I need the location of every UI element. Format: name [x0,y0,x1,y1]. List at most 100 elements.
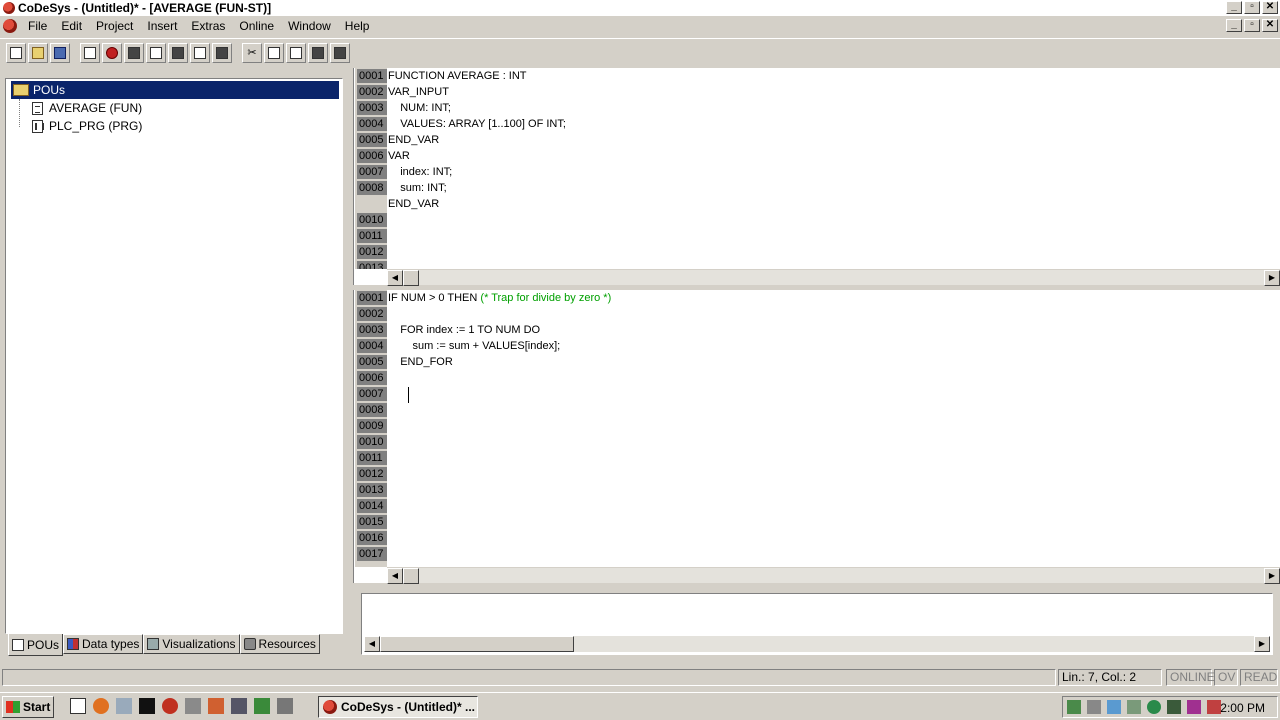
breakpoint-button[interactable] [168,42,188,63]
save-button[interactable] [50,42,70,63]
document-close-button[interactable]: ✕ [1262,19,1278,32]
menu-project[interactable]: Project [89,19,140,33]
menu-help[interactable]: Help [338,19,377,33]
scroll-left-button[interactable]: ◀ [387,270,403,286]
tray-security-icon[interactable] [1167,700,1181,714]
horizontal-scrollbar[interactable]: ◀ ▶ [387,567,1280,584]
login-icon [84,46,96,59]
command-prompt-icon[interactable] [139,698,155,714]
menu-file[interactable]: File [21,19,54,33]
app-icon[interactable] [254,698,270,714]
login-button[interactable] [80,42,100,63]
network-icon[interactable] [116,698,132,714]
tree-item-label: PLC_PRG (PRG) [49,119,143,133]
find-button[interactable] [308,42,328,63]
cut-icon: ✂ [247,47,257,59]
visualization-icon [147,638,160,650]
print-button[interactable] [190,42,210,63]
tab-pous[interactable]: POUs [8,634,64,656]
horizontal-scrollbar[interactable]: ◀ ▶ [364,636,1270,652]
code-line: VALUES: ARRAY [1..100] OF INT; [388,118,566,130]
taskbar-button-label: CoDeSys - (Untitled)* ... [341,700,476,714]
message-area[interactable]: ◀ ▶ [361,593,1273,655]
run-button[interactable] [124,42,144,63]
tab-resources[interactable]: Resources [239,634,320,654]
body-editor[interactable]: 0001 0002 0003 0004 0005 0006 0007 0008 … [353,290,1280,584]
tree-root-pous[interactable]: POUs [11,81,339,99]
tray-alert-icon[interactable] [1207,700,1221,714]
firefox-icon[interactable] [93,698,109,714]
tray-globe-icon[interactable] [1147,700,1161,714]
system-clock[interactable]: 2:00 PM [1220,701,1265,715]
document-minimize-button[interactable]: _ [1226,19,1242,32]
paste-button[interactable] [286,42,306,63]
scroll-left-button[interactable]: ◀ [387,568,403,584]
stop-button[interactable] [102,42,122,63]
message-window: ◀ ▶ [353,585,1280,665]
cut-button[interactable]: ✂ [242,42,262,63]
codesys-task-icon [323,700,337,714]
step-button[interactable] [146,42,166,63]
line-number: 0012 [357,467,387,481]
menu-extras[interactable]: Extras [184,19,232,33]
line-number: 0002 [357,307,387,321]
line-number: 0010 [357,213,387,227]
start-button[interactable]: Start [2,696,54,718]
taskbar-codesys-button[interactable]: CoDeSys - (Untitled)* ... [318,696,478,718]
declaration-editor[interactable]: 0001 0002 0003 0004 0005 0006 0007 0008 … [353,68,1280,286]
line-number: 0011 [357,229,387,243]
show-desktop-icon[interactable] [70,698,86,714]
tray-app-icon[interactable] [1127,700,1141,714]
copy-button[interactable] [264,42,284,63]
tray-media-icon[interactable] [1187,700,1201,714]
document-restore-button[interactable]: ▫ [1244,19,1260,32]
code-line: END_VAR [388,134,440,146]
volume-icon[interactable] [1087,700,1101,714]
menu-window[interactable]: Window [281,19,338,33]
cursor-position: Lin.: 7, Col.: 2 [1058,669,1162,686]
new-button[interactable] [6,42,26,63]
scroll-right-button[interactable]: ▶ [1254,636,1270,652]
folder-icon [13,84,29,96]
resources-icon [243,638,256,650]
codesys-launcher-icon[interactable] [162,698,178,714]
scroll-thumb[interactable] [380,636,574,652]
line-number: 0016 [357,531,387,545]
scroll-right-button[interactable]: ▶ [1264,270,1280,286]
line-number-gutter: 0001 0002 0003 0004 0005 0006 0007 0008 … [355,290,387,567]
tab-visualizations[interactable]: Visualizations [143,634,240,654]
replace-button[interactable] [330,42,350,63]
tree-item-average[interactable]: AVERAGE (FUN) [20,99,142,117]
settings-icon[interactable] [231,698,247,714]
codesys-app-icon[interactable] [3,2,15,14]
tray-monitor-icon[interactable] [1107,700,1121,714]
open-button[interactable] [28,42,48,63]
minimize-button[interactable]: _ [1226,1,1242,14]
menu-edit[interactable]: Edit [54,19,89,33]
scroll-thumb[interactable] [403,270,419,286]
save-icon [54,46,66,59]
maximize-button[interactable]: ▫ [1244,1,1260,14]
tray-network-icon[interactable] [1067,700,1081,714]
tools-icon[interactable] [185,698,201,714]
scroll-thumb[interactable] [403,568,419,584]
code-line: index: INT; [388,166,453,178]
scroll-left-button[interactable]: ◀ [364,636,380,652]
scroll-right-button[interactable]: ▶ [1264,568,1280,584]
text-caret [408,387,409,403]
toolbar: ✂ [0,38,1280,66]
organizer-tabs: POUs Data types Visualizations Resources [8,634,320,656]
replace-icon [334,46,346,59]
menu-insert[interactable]: Insert [140,19,184,33]
utility-icon[interactable] [277,698,293,714]
preview-button[interactable] [212,42,232,63]
config-icon[interactable] [208,698,224,714]
close-button[interactable]: ✕ [1262,1,1278,14]
print-icon [194,46,206,59]
document-system-icon[interactable] [3,19,17,33]
tab-data-types[interactable]: Data types [63,634,144,654]
tree-item-plc-prg[interactable]: PLC_PRG (PRG) [20,117,142,135]
horizontal-scrollbar[interactable]: ◀ ▶ [387,269,1280,286]
line-number: 0004 [357,117,387,131]
menu-online[interactable]: Online [232,19,281,33]
